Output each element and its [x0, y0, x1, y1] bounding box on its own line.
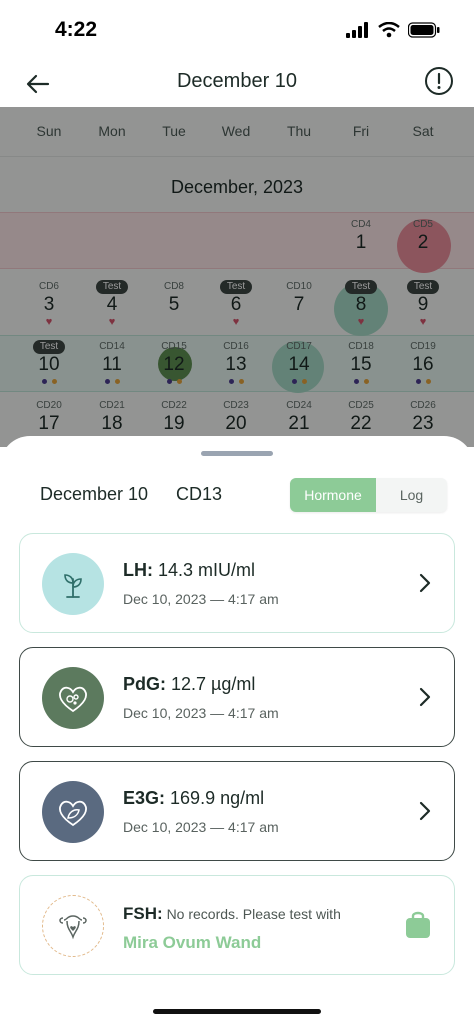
wifi-icon [378, 22, 400, 38]
fsh-icon-badge [42, 895, 104, 957]
cycle-day-label: CD13 [176, 484, 223, 504]
pdg-timestamp: Dec 10, 2023 — 4:17 am [123, 705, 279, 721]
status-time: 4:22 [55, 18, 98, 41]
lh-icon-badge [42, 553, 104, 615]
e3g-timestamp: Dec 10, 2023 — 4:17 am [123, 819, 279, 835]
status-bar: 4:22 [0, 0, 474, 60]
e3g-icon-badge [42, 781, 104, 843]
lh-card[interactable]: LH: 14.3 mIU/ml Dec 10, 2023 — 4:17 am [19, 533, 455, 633]
sheet-grabber[interactable] [201, 451, 273, 456]
mira-ovum-wand-link[interactable]: Mira Ovum Wand [123, 933, 261, 953]
heart-leaf-icon [59, 800, 87, 827]
info-button[interactable] [424, 66, 454, 96]
header: December 10 [0, 60, 474, 108]
fsh-message: FSH: No records. Please test with [123, 904, 341, 923]
sprout-icon [64, 574, 82, 598]
sheet-date: December 10 [40, 484, 149, 504]
chevron-right-icon [419, 687, 431, 707]
e3g-title: E3G: 169.9 ng/ml [123, 788, 265, 808]
view-toggle: Hormone Log [290, 478, 447, 512]
shopping-bag-icon[interactable] [404, 908, 432, 940]
chevron-right-icon [419, 801, 431, 821]
signal-icon [346, 22, 368, 38]
lh-timestamp: Dec 10, 2023 — 4:17 am [123, 591, 279, 607]
e3g-card[interactable]: E3G: 169.9 ng/ml Dec 10, 2023 — 4:17 am [19, 761, 455, 861]
tab-log[interactable]: Log [376, 478, 447, 512]
pdg-icon-badge [42, 667, 104, 729]
status-icons [346, 22, 440, 38]
heart-cells-icon [59, 686, 87, 713]
tab-hormone[interactable]: Hormone [290, 478, 376, 512]
fsh-card[interactable]: FSH: No records. Please test with Mira O… [19, 875, 455, 975]
pdg-card[interactable]: PdG: 12.7 µg/ml Dec 10, 2023 — 4:17 am [19, 647, 455, 747]
chevron-right-icon [419, 573, 431, 593]
modal-overlay[interactable] [0, 107, 474, 447]
info-icon [425, 67, 453, 95]
pdg-title: PdG: 12.7 µg/ml [123, 674, 256, 694]
bottom-sheet: December 10 CD13 Hormone Log LH: 14.3 mI… [0, 436, 474, 1025]
page-title: December 10 [176, 70, 298, 92]
home-indicator [153, 1009, 321, 1014]
uterus-icon [59, 915, 87, 940]
battery-icon [408, 22, 440, 38]
lh-title: LH: 14.3 mIU/ml [123, 560, 256, 580]
